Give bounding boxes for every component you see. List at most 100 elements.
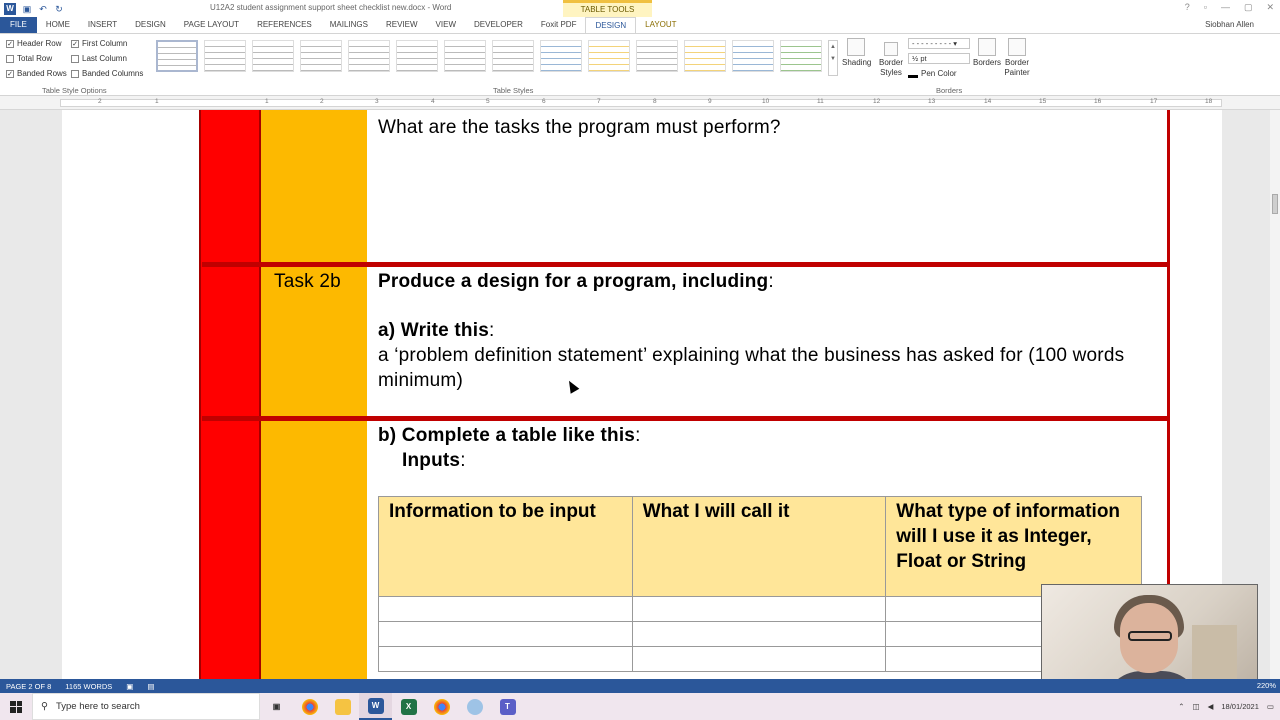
line-weight-dropdown[interactable]: ½ pt (908, 53, 970, 64)
task-view-icon[interactable]: ▣ (260, 693, 293, 720)
banded-rows-option[interactable]: ✓ Banded Rows (6, 69, 67, 78)
tab-page-layout[interactable]: PAGE LAYOUT (175, 17, 248, 33)
undo-icon[interactable]: ↶ (38, 4, 48, 14)
borders-group-label: Borders (936, 86, 963, 95)
help-button[interactable]: ? (1185, 2, 1190, 13)
excel-icon[interactable]: X (392, 693, 425, 720)
table-cell[interactable] (631, 646, 887, 672)
first-column-option[interactable]: ✓ First Column (71, 39, 127, 48)
produce-heading[interactable]: Produce a design for a program, includin… (378, 269, 774, 294)
option-label: First Column (82, 39, 128, 48)
volume-icon[interactable]: ◀ (1208, 702, 1214, 711)
header-cell-type[interactable]: What type of information will I use it a… (885, 496, 1142, 597)
tab-home[interactable]: HOME (37, 17, 79, 33)
line-style-dropdown[interactable]: - - - - - - - - - ▾ (908, 38, 970, 49)
ribbon-display-button[interactable]: ▫ (1204, 2, 1207, 13)
tab-mailings[interactable]: MAILINGS (321, 17, 377, 33)
chrome-icon[interactable] (293, 693, 326, 720)
windows-logo-icon (10, 700, 22, 713)
save-icon[interactable]: ▣ (22, 4, 32, 14)
ruler-number: 17 (1150, 98, 1158, 105)
proofing-icon[interactable]: ▣ (126, 682, 133, 691)
header-cell-name[interactable]: What I will call it (631, 496, 887, 597)
shading-button[interactable]: Shading (842, 38, 871, 68)
pen-color-button[interactable]: Pen Color (908, 69, 957, 78)
word-taskbar-icon[interactable]: W (359, 693, 392, 720)
minimize-button[interactable]: — (1221, 2, 1230, 13)
tray-up-icon[interactable]: ⌃ (1178, 702, 1184, 711)
page-count[interactable]: PAGE 2 OF 8 (6, 682, 51, 691)
ruler-number: 11 (817, 98, 824, 105)
table-style-thumbnail[interactable] (492, 40, 534, 72)
tab-review[interactable]: REVIEW (377, 17, 427, 33)
banded-columns-option[interactable]: Banded Columns (71, 69, 143, 78)
taskbar-search[interactable]: ⚲ Type here to search (32, 693, 260, 720)
total-row-option[interactable]: Total Row (6, 54, 52, 63)
file-explorer-icon[interactable] (326, 693, 359, 720)
tab-table-layout[interactable]: LAYOUT (636, 17, 685, 33)
border-painter-button[interactable]: Border Painter (1002, 38, 1032, 78)
user-name[interactable]: Siobhan Allen (1205, 17, 1254, 33)
ruler-number: 18 (1205, 98, 1213, 105)
border-styles-button[interactable]: Border Styles (876, 42, 906, 78)
tab-table-design[interactable]: DESIGN (585, 17, 637, 33)
complete-table-heading[interactable]: b) Complete a table like this: (378, 423, 641, 448)
table-style-thumbnail[interactable] (252, 40, 294, 72)
table-style-thumbnail[interactable] (588, 40, 630, 72)
tasks-question[interactable]: What are the tasks the program must perf… (378, 115, 781, 140)
table-style-thumbnail[interactable] (684, 40, 726, 72)
tab-view[interactable]: VIEW (427, 17, 465, 33)
table-style-thumbnail[interactable] (300, 40, 342, 72)
table-styles-group-label: Table Styles (493, 86, 534, 95)
tab-file[interactable]: FILE (0, 17, 37, 33)
zoom-level[interactable]: 220% (1257, 681, 1276, 690)
inputs-heading[interactable]: Inputs: (402, 448, 466, 473)
header-row-option[interactable]: ✓ Header Row (6, 39, 61, 48)
scrollbar-thumb[interactable] (1272, 194, 1278, 214)
word-count[interactable]: 1165 WORDS (65, 682, 112, 691)
tab-foxit-pdf[interactable]: Foxit PDF (532, 17, 586, 33)
task-label[interactable]: Task 2b (274, 269, 341, 294)
table-cell[interactable] (631, 596, 887, 622)
table-style-thumbnail[interactable] (348, 40, 390, 72)
tab-references[interactable]: REFERENCES (248, 17, 321, 33)
redo-icon[interactable]: ↻ (54, 4, 64, 14)
table-cell[interactable] (378, 596, 633, 622)
table-style-thumbnail[interactable] (156, 40, 198, 72)
clock-date[interactable]: 18/01/2021 (1221, 702, 1259, 711)
table-style-thumbnail[interactable] (540, 40, 582, 72)
table-cell[interactable] (631, 621, 887, 647)
table-style-options-group-label: Table Style Options (42, 86, 107, 95)
maximize-button[interactable]: ▢ (1244, 2, 1253, 13)
horizontal-ruler[interactable]: 2 1 1 2 3 4 5 6 7 8 9 10 11 12 13 14 15 … (0, 96, 1280, 110)
borders-button[interactable]: Borders (972, 38, 1002, 68)
start-button[interactable] (0, 693, 32, 720)
capture-icon[interactable] (458, 693, 491, 720)
gallery-more-icon[interactable]: ▲ ▼ (828, 40, 838, 76)
table-style-thumbnail[interactable] (396, 40, 438, 72)
table-style-thumbnail[interactable] (636, 40, 678, 72)
inputs-text: Inputs (402, 450, 461, 471)
table-style-thumbnail[interactable] (444, 40, 486, 72)
table-style-thumbnail[interactable] (204, 40, 246, 72)
inputs-table[interactable]: Information to be input What I will call… (378, 496, 1142, 672)
chrome-icon-2[interactable] (425, 693, 458, 720)
notification-icon[interactable]: ▭ (1267, 702, 1274, 711)
tab-design[interactable]: DESIGN (126, 17, 175, 33)
table-style-thumbnail[interactable] (780, 40, 822, 72)
network-icon[interactable]: ◫ (1192, 702, 1199, 711)
write-this-heading[interactable]: a) Write this: (378, 318, 494, 343)
teams-icon[interactable]: T (491, 693, 524, 720)
macro-icon[interactable]: ▤ (147, 682, 154, 691)
table-style-thumbnail[interactable] (732, 40, 774, 72)
tab-insert[interactable]: INSERT (79, 17, 126, 33)
last-column-option[interactable]: Last Column (71, 54, 127, 63)
problem-definition-text[interactable]: a ‘problem definition statement’ explain… (378, 343, 1148, 393)
vertical-scrollbar[interactable] (1270, 110, 1280, 679)
word-logo-icon: W (4, 2, 16, 15)
header-cell-information[interactable]: Information to be input (378, 496, 633, 597)
table-cell[interactable] (378, 646, 633, 672)
close-button[interactable]: ✕ (1266, 2, 1274, 13)
table-cell[interactable] (378, 621, 633, 647)
tab-developer[interactable]: DEVELOPER (465, 17, 532, 33)
